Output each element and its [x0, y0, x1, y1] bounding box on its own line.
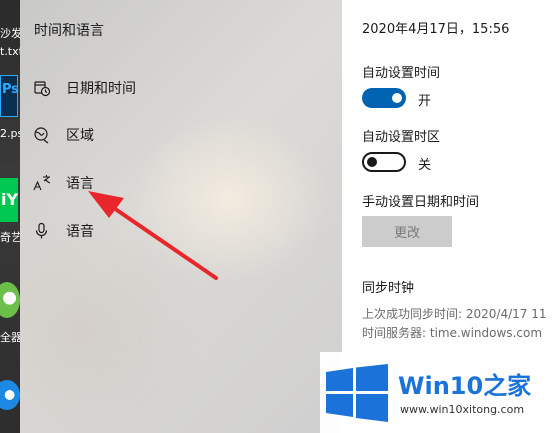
calendar-clock-icon — [32, 78, 52, 98]
desktop-strip: 沙发 t.txt Ps 2.ps iY 奇艺 全器 — [0, 0, 20, 433]
sidebar-item-label: 日期和时间 — [66, 81, 136, 97]
desktop-text-fragment: 2.ps — [0, 127, 20, 140]
toggle-knob — [392, 93, 402, 103]
sidebar-item-label: 语音 — [66, 224, 94, 240]
desktop-text-fragment: 全器 — [0, 331, 20, 344]
auto-time-state: 开 — [418, 94, 432, 109]
windows-logo — [326, 364, 388, 422]
watermark-title: Win10之家 — [398, 372, 532, 400]
auto-zone-label: 自动设置时区 — [362, 130, 441, 145]
sidebar-item-label: 区域 — [66, 128, 94, 144]
sidebar-item-date-time[interactable]: 日期和时间 — [32, 73, 136, 103]
last-sync-text: 上次成功同步时间: 2020/4/17 11 — [362, 307, 547, 321]
auto-zone-toggle[interactable] — [362, 152, 406, 172]
auto-time-toggle[interactable] — [362, 88, 406, 108]
sidebar-item-speech[interactable]: 语音 — [32, 216, 94, 246]
toggle-knob — [367, 157, 377, 167]
desktop-text-fragment: t.txt — [0, 45, 20, 58]
watermark-url: www.win10xitong.com — [400, 403, 525, 416]
time-server-text: 时间服务器: time.windows.com — [362, 326, 543, 340]
watermark: Win10之家 www.win10xitong.com — [320, 352, 555, 433]
desktop-text-fragment: 沙发 — [0, 27, 20, 40]
iqiyi-icon[interactable]: iY — [0, 178, 18, 222]
current-datetime: 2020年4月17日，15:56 — [362, 22, 510, 37]
globe-icon — [32, 125, 52, 145]
settings-sidebar: 时间和语言 日期和时间 区域 语言 语音 — [20, 0, 342, 433]
green-app-icon[interactable] — [0, 282, 20, 318]
manual-datetime-label: 手动设置日期和时间 — [362, 195, 480, 210]
auto-time-label: 自动设置时间 — [362, 66, 441, 81]
sidebar-item-label: 语言 — [66, 176, 94, 192]
microphone-icon — [32, 221, 52, 241]
sidebar-item-region[interactable]: 区域 — [32, 120, 94, 150]
sidebar-item-language[interactable]: 语言 — [32, 168, 94, 198]
sidebar-title: 时间和语言 — [34, 23, 104, 39]
ie-icon[interactable] — [0, 380, 20, 410]
sync-clock-heading: 同步时钟 — [362, 281, 415, 296]
auto-zone-state: 关 — [418, 158, 432, 173]
change-button[interactable]: 更改 — [362, 216, 452, 247]
desktop-text-fragment: 奇艺 — [0, 231, 20, 244]
language-icon — [32, 173, 52, 193]
photoshop-icon[interactable]: Ps — [0, 75, 19, 117]
